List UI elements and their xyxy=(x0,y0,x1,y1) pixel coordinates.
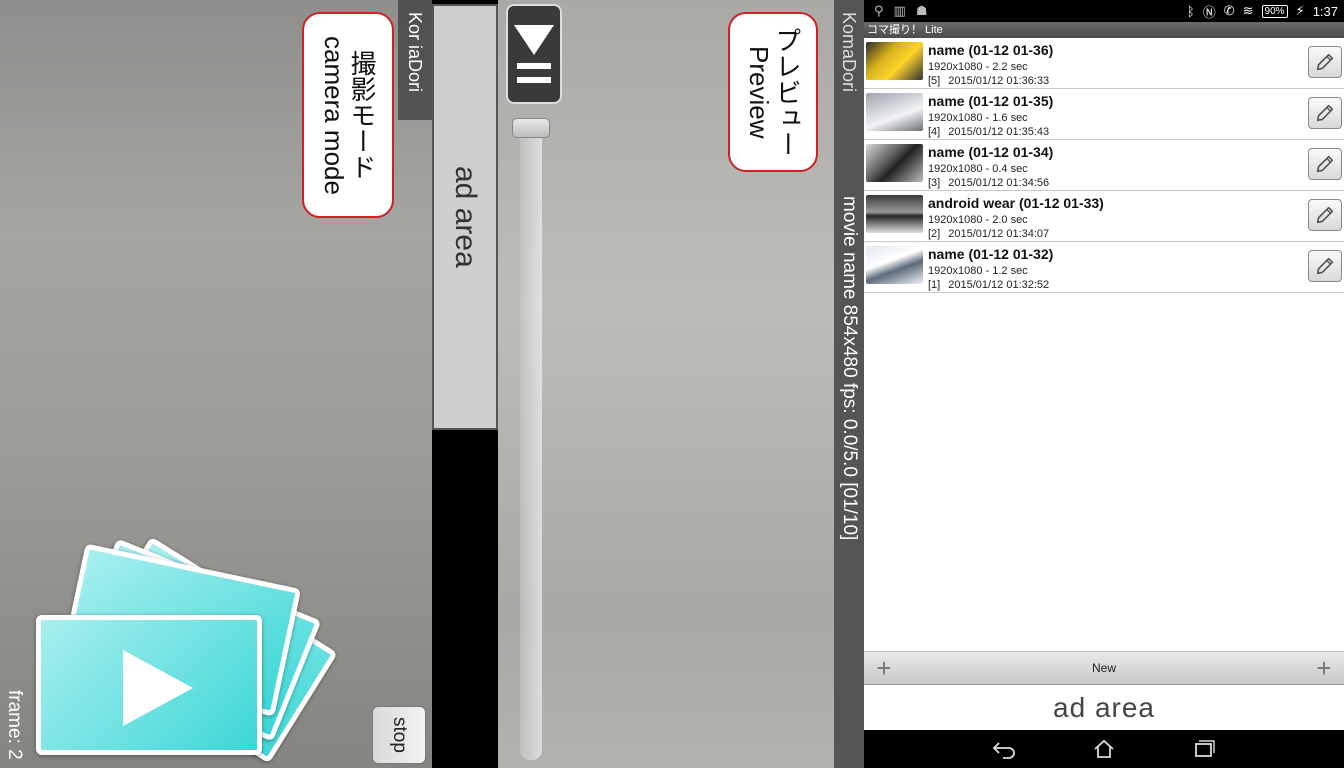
preview-app-name: KomaDori xyxy=(839,12,859,93)
movie-index: [3] xyxy=(928,177,941,189)
edit-button[interactable] xyxy=(1308,46,1342,78)
new-movie-bar[interactable]: + New + xyxy=(864,651,1344,685)
movie-meta: 1920x1080 - 2.0 sec xyxy=(928,214,1028,226)
ad-label: ad area xyxy=(449,166,482,268)
pencil-icon xyxy=(1316,155,1334,173)
list-item[interactable]: name (01-12 01-32) 1920x1080 - 1.2 sec [… xyxy=(864,242,1344,293)
ad-area-vertical[interactable]: ad area xyxy=(432,4,498,430)
stop-button[interactable]: stop xyxy=(372,706,426,764)
frame-counter: frame: 2 xyxy=(4,690,25,760)
movie-title: name (01-12 01-32) xyxy=(928,246,1054,262)
movie-index: [1] xyxy=(928,279,941,291)
plus-icon[interactable]: + xyxy=(864,651,904,685)
movie-thumbnail xyxy=(866,93,923,131)
movie-thumbnail xyxy=(866,246,923,284)
movie-date: 2015/01/12 01:35:43 xyxy=(948,126,1050,138)
gallery-button[interactable] xyxy=(30,515,338,765)
play-icon xyxy=(514,25,554,55)
phone-icon: ✆ xyxy=(1223,3,1235,18)
app-title-bar: コマ撮り！ Lite xyxy=(864,22,1344,38)
camera-app-name: Kor iaDori xyxy=(405,12,425,93)
navigation-bar xyxy=(864,730,1344,768)
play-icon xyxy=(123,650,193,726)
seek-thumb[interactable] xyxy=(512,118,550,138)
home-icon[interactable] xyxy=(1091,739,1117,759)
edit-button[interactable] xyxy=(1308,250,1342,282)
bluetooth-icon: ᛒ xyxy=(1186,3,1195,19)
equalizer-icon: ▥ xyxy=(893,3,906,18)
callout-jp-label: 撮影モード xyxy=(347,50,377,180)
list-item[interactable]: name (01-12 01-35) 1920x1080 - 1.6 sec [… xyxy=(864,89,1344,140)
recent-apps-icon[interactable] xyxy=(1191,739,1217,759)
movie-date-line: [3] 2015/01/12 01:34:56 xyxy=(928,177,1049,189)
movie-list: name (01-12 01-36) 1920x1080 - 2.2 sec [… xyxy=(864,38,1344,293)
movie-title: android wear (01-12 01-33) xyxy=(928,195,1104,211)
movie-thumbnail xyxy=(866,195,923,233)
plus-icon[interactable]: + xyxy=(1304,651,1344,685)
movie-index: [2] xyxy=(928,228,941,240)
clock: 1:37 xyxy=(1312,3,1338,19)
movie-meta: 1920x1080 - 1.2 sec xyxy=(928,265,1028,277)
back-icon[interactable] xyxy=(991,739,1017,759)
movie-title: name (01-12 01-36) xyxy=(928,42,1054,58)
app-title: コマ撮り！ Lite xyxy=(867,24,943,36)
pause-bar-icon xyxy=(517,63,551,69)
new-button-label[interactable]: New xyxy=(904,661,1304,675)
list-item[interactable]: name (01-12 01-34) 1920x1080 - 0.4 sec [… xyxy=(864,140,1344,191)
android-icon: ☗ xyxy=(915,3,928,18)
movie-title: name (01-12 01-34) xyxy=(928,144,1054,160)
movie-date: 2015/01/12 01:32:52 xyxy=(948,279,1050,291)
status-bar: ⚲ ▥ ☗ ᛒ Ⓝ ✆ ≋ 90% ⚡ 1:37 xyxy=(864,0,1344,22)
movie-index: [5] xyxy=(928,75,941,87)
movie-index: [4] xyxy=(928,126,941,138)
movie-info: movie name 854x480 fps: 0.0/5.0 [01/10] xyxy=(839,196,860,541)
play-pause-button[interactable] xyxy=(506,4,562,104)
nfc-icon: Ⓝ xyxy=(1202,4,1216,20)
ad-label: ad area xyxy=(1053,692,1155,723)
pencil-icon xyxy=(1316,104,1334,122)
movie-date: 2015/01/12 01:34:56 xyxy=(948,177,1050,189)
battery-indicator: 90% xyxy=(1261,4,1288,18)
seek-track[interactable] xyxy=(520,124,542,760)
camera-mode-callout: 撮影モード camera mode xyxy=(302,12,394,218)
movie-title: name (01-12 01-35) xyxy=(928,93,1054,109)
callout-en-label: camera mode xyxy=(319,35,349,195)
usb-icon: ⚲ xyxy=(874,3,884,18)
callout-en-label: Preview xyxy=(744,45,774,139)
movie-meta: 1920x1080 - 1.6 sec xyxy=(928,112,1028,124)
movie-date-line: [4] 2015/01/12 01:35:43 xyxy=(928,126,1049,138)
movie-list-screen: ⚲ ▥ ☗ ᛒ Ⓝ ✆ ≋ 90% ⚡ 1:37 コマ撮り！ Lite name… xyxy=(864,0,1344,768)
edit-button[interactable] xyxy=(1308,199,1342,231)
callout-jp-label: プレビュー xyxy=(772,27,802,157)
movie-date: 2015/01/12 01:34:07 xyxy=(948,228,1050,240)
charging-icon: ⚡ xyxy=(1295,3,1305,18)
pencil-icon xyxy=(1316,53,1334,71)
edit-button[interactable] xyxy=(1308,97,1342,129)
movie-date: 2015/01/12 01:36:33 xyxy=(948,75,1050,87)
list-item[interactable]: android wear (01-12 01-33) 1920x1080 - 2… xyxy=(864,191,1344,242)
pencil-icon xyxy=(1316,206,1334,224)
movie-date-line: [2] 2015/01/12 01:34:07 xyxy=(928,228,1049,240)
pencil-icon xyxy=(1316,257,1334,275)
pause-bar-icon xyxy=(517,77,551,83)
movie-date-line: [1] 2015/01/12 01:32:52 xyxy=(928,279,1049,291)
ad-area-bottom[interactable]: ad area xyxy=(864,686,1344,730)
movie-date-line: [5] 2015/01/12 01:36:33 xyxy=(928,75,1049,87)
movie-thumbnail xyxy=(866,144,923,182)
movie-meta: 1920x1080 - 0.4 sec xyxy=(928,163,1028,175)
list-item[interactable]: name (01-12 01-36) 1920x1080 - 2.2 sec [… xyxy=(864,38,1344,89)
stop-label: stop xyxy=(389,717,410,753)
wifi-icon: ≋ xyxy=(1242,3,1254,18)
movie-meta: 1920x1080 - 2.2 sec xyxy=(928,61,1028,73)
edit-button[interactable] xyxy=(1308,148,1342,180)
movie-thumbnail xyxy=(866,42,923,80)
gallery-card-front xyxy=(36,615,262,755)
preview-callout: プレビュー Preview xyxy=(728,12,818,172)
